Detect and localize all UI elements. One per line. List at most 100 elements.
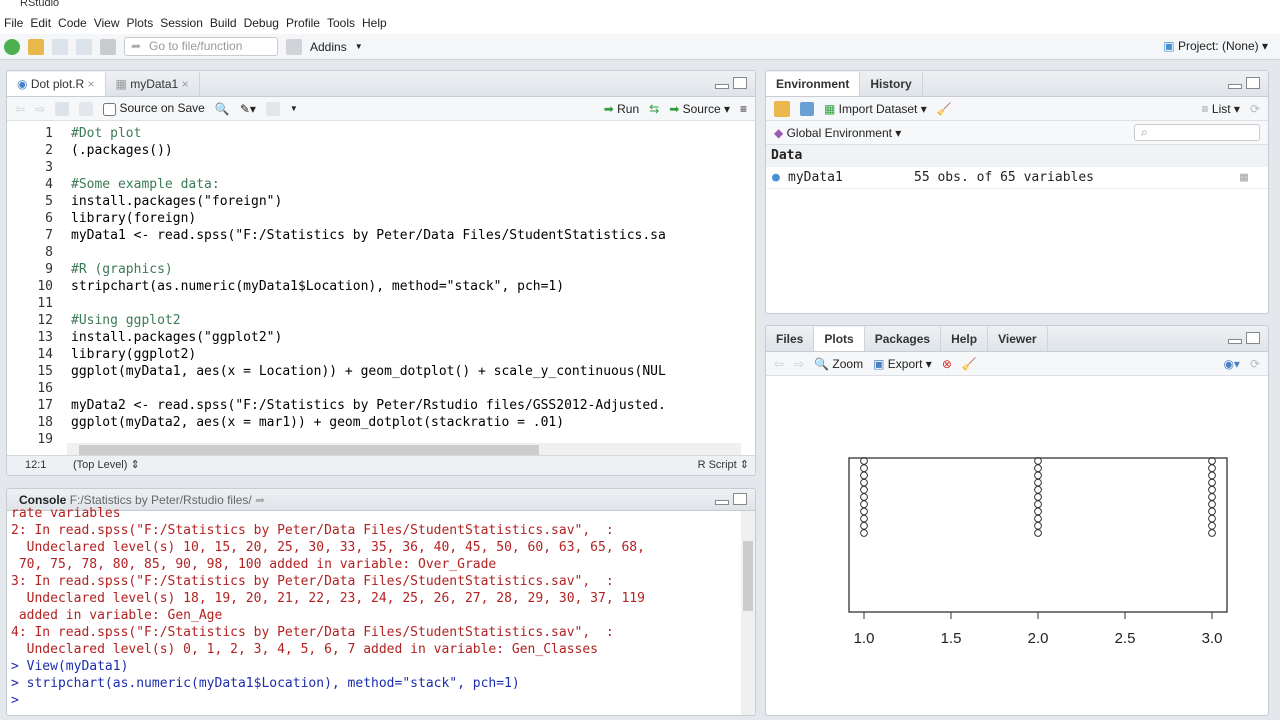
data-point <box>860 471 868 480</box>
chevron-down-icon[interactable]: ▼ <box>290 104 298 113</box>
tab-packages[interactable]: Packages <box>865 327 942 351</box>
show-in-window-icon[interactable] <box>55 101 70 116</box>
print-icon[interactable] <box>100 38 116 55</box>
code-line[interactable]: #R (graphics) <box>71 261 173 278</box>
outline-icon[interactable]: ≡ <box>740 102 747 116</box>
close-icon[interactable]: × <box>88 77 95 91</box>
maximize-icon[interactable] <box>733 77 747 89</box>
minimize-icon[interactable] <box>1228 339 1242 344</box>
tab-environment[interactable]: Environment <box>766 72 861 96</box>
global-environment-selector[interactable]: ◆ Global Environment ▾ <box>774 126 901 140</box>
menu-plots[interactable]: Plots <box>127 14 161 34</box>
forward-icon[interactable]: ⇨ <box>35 102 45 116</box>
code-line[interactable]: ggplot(myData1, aes(x = Location)) + geo… <box>71 363 666 380</box>
go-to-file-input[interactable]: ➦ Go to file/function <box>124 37 278 56</box>
vertical-scrollbar[interactable] <box>741 511 755 715</box>
source-on-save-checkbox[interactable]: Source on Save <box>103 101 205 116</box>
code-line[interactable]: library(foreign) <box>71 210 196 227</box>
new-file-icon[interactable] <box>4 38 20 55</box>
menu-session[interactable]: Session <box>160 14 210 34</box>
scroll-thumb[interactable] <box>79 445 539 455</box>
broom-icon[interactable]: 🧹 <box>962 357 977 371</box>
code-line[interactable]: install.packages("ggplot2") <box>71 329 282 346</box>
project-menu[interactable]: ▣ Project: (None) ▾ <box>1163 39 1268 53</box>
tab-help[interactable]: Help <box>941 327 989 351</box>
window-controls[interactable] <box>1228 332 1260 344</box>
env-row-mydata1[interactable]: ● myData1 55 obs. of 65 variables ▦ <box>766 167 1268 189</box>
compile-report-icon[interactable] <box>265 101 280 116</box>
refresh-icon[interactable]: ⟳ <box>1250 357 1260 371</box>
save-icon[interactable] <box>800 101 814 116</box>
magic-wand-icon[interactable]: ✎▾ <box>240 102 256 116</box>
addins-menu[interactable]: Addins <box>310 40 347 54</box>
menu-debug[interactable]: Debug <box>244 14 286 34</box>
publish-icon[interactable]: ◉▾ <box>1223 357 1240 371</box>
menu-help[interactable]: Help <box>362 14 394 34</box>
console-output-line: 70, 75, 78, 80, 85, 90, 98, 100 added in… <box>11 557 497 572</box>
grid-layout-icon[interactable] <box>286 38 302 55</box>
previous-plot-icon[interactable]: ⇦ <box>774 357 784 371</box>
environment-search-input[interactable]: ⌕ <box>1134 124 1260 141</box>
minimize-icon[interactable] <box>1228 84 1242 89</box>
menu-code[interactable]: Code <box>58 14 94 34</box>
code-line[interactable]: #Dot plot <box>71 125 141 142</box>
window-controls[interactable] <box>715 77 747 89</box>
tab-mydata1[interactable]: ▦ myData1 × <box>106 72 200 96</box>
zoom-button[interactable]: 🔍 Zoom <box>814 357 863 371</box>
scope-selector[interactable]: (Top Level) ⇕ <box>73 456 140 475</box>
next-plot-icon[interactable]: ⇨ <box>794 357 804 371</box>
menu-view[interactable]: View <box>94 14 127 34</box>
broom-icon[interactable]: 🧹 <box>937 102 952 116</box>
menu-edit[interactable]: Edit <box>30 14 58 34</box>
rerun-icon[interactable]: ⇆ <box>649 102 659 116</box>
console-output[interactable]: rate variables 2: In read.spss("F:/Statis… <box>7 505 755 709</box>
run-icon: ➡ <box>603 101 618 116</box>
save-icon[interactable] <box>52 38 68 55</box>
import-dataset-button[interactable]: ▦ Import Dataset ▾ <box>824 102 927 116</box>
menu-profile[interactable]: Profile <box>286 14 327 34</box>
maximize-icon[interactable] <box>733 493 747 505</box>
tab-viewer[interactable]: Viewer <box>988 327 1048 351</box>
run-button[interactable]: ➡ Run <box>604 102 639 116</box>
code-line[interactable]: #Some example data: <box>71 176 220 193</box>
tab-dot-plot-r[interactable]: ◉ Dot plot.R × <box>7 72 106 96</box>
refresh-icon[interactable]: ⟳ <box>1250 102 1260 116</box>
code-line[interactable]: library(ggplot2) <box>71 346 196 363</box>
code-line[interactable]: #Using ggplot2 <box>71 312 181 329</box>
save-icon[interactable] <box>79 101 94 116</box>
window-controls[interactable] <box>715 493 747 505</box>
maximize-icon[interactable] <box>1246 77 1260 89</box>
tab-plots[interactable]: Plots <box>814 327 865 351</box>
open-file-icon[interactable] <box>28 38 44 55</box>
code-editor[interactable]: 1 #Dot plot 2 (.packages()) 3 4 #Some example … <box>7 121 755 447</box>
code-line[interactable]: (.packages()) <box>71 142 173 159</box>
file-type-selector[interactable]: R Script ⇕ <box>698 456 749 475</box>
menu-build[interactable]: Build <box>210 14 244 34</box>
code-line[interactable]: install.packages("foreign") <box>71 193 282 210</box>
expand-icon[interactable]: ● <box>772 167 780 189</box>
checkbox[interactable] <box>103 102 117 116</box>
data-point <box>1034 521 1042 530</box>
search-icon[interactable]: 🔍 <box>215 102 230 116</box>
tab-history[interactable]: History <box>860 72 923 96</box>
code-line[interactable]: myData1 <- read.spss("F:/Statistics by P… <box>71 227 666 244</box>
scroll-thumb[interactable] <box>743 541 753 611</box>
back-icon[interactable]: ⇦ <box>15 102 25 116</box>
remove-plot-icon[interactable]: ⊗ <box>942 357 952 371</box>
menu-file[interactable]: File <box>4 14 30 34</box>
load-workspace-icon[interactable] <box>774 100 790 117</box>
tab-files[interactable]: Files <box>766 327 815 351</box>
save-all-icon[interactable] <box>76 38 92 55</box>
maximize-icon[interactable] <box>1246 332 1260 344</box>
source-button[interactable]: ➡ Source ▾ <box>669 102 730 116</box>
code-line[interactable]: myData2 <- read.spss("F:/Statistics by P… <box>71 397 666 414</box>
menu-tools[interactable]: Tools <box>327 14 362 34</box>
view-table-icon[interactable]: ▦ <box>1240 167 1248 189</box>
export-button[interactable]: ▣ Export ▾ <box>873 357 932 371</box>
minimize-icon[interactable] <box>715 84 729 89</box>
code-line[interactable]: stripchart(as.numeric(myData1$Location),… <box>71 278 564 295</box>
code-line[interactable]: ggplot(myData2, aes(x = mar1)) + geom_do… <box>71 414 564 431</box>
view-mode-selector[interactable]: ≡ List ▾ <box>1202 102 1240 116</box>
window-controls[interactable] <box>1228 77 1260 89</box>
close-icon[interactable]: × <box>182 77 189 91</box>
